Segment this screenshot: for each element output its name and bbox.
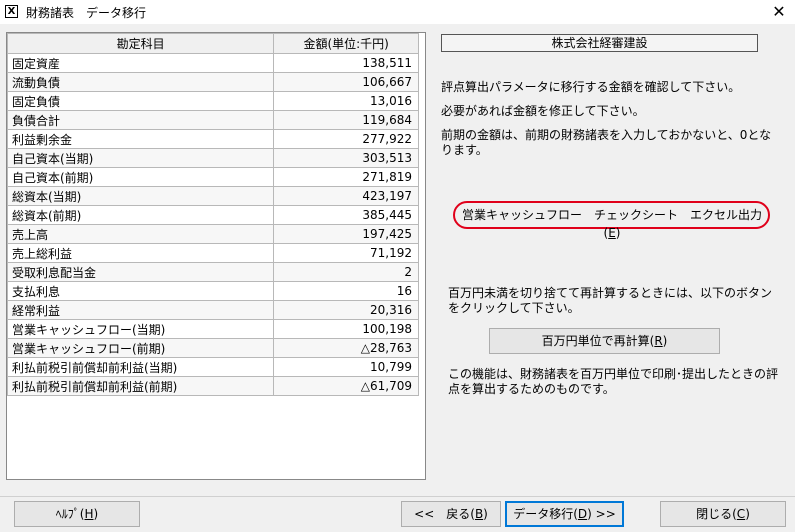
table-row[interactable]: 流動負債 106,667 xyxy=(6,72,419,92)
company-name-box: 株式会社経審建設 xyxy=(441,34,758,52)
recalc-note: この機能は、財務諸表を百万円単位で印刷･提出したときの評点を算出するためのもので… xyxy=(448,367,779,396)
table-row[interactable]: 利益剰余金 277,922 xyxy=(6,129,419,149)
recalc-button-key: R xyxy=(654,334,663,348)
account-name-cell: 利払前税引前償却前利益(前期) xyxy=(6,376,275,396)
amount-cell[interactable]: 303,513 xyxy=(273,148,419,168)
account-name-cell: 固定資産 xyxy=(6,53,275,73)
table-row[interactable]: 利払前税引前償却前利益(前期) △61,709 xyxy=(6,376,419,396)
amount-cell[interactable]: 423,197 xyxy=(273,186,419,206)
table-row[interactable]: 営業キャッシュフロー(前期) △28,763 xyxy=(6,338,419,358)
amount-cell[interactable]: 277,922 xyxy=(273,129,419,149)
help-button-key: H xyxy=(84,507,94,521)
amount-cell[interactable]: △61,709 xyxy=(273,376,419,396)
cashflow-excel-export-button[interactable]: 営業キャッシュフロー チェックシート エクセル出力(E) xyxy=(460,206,764,240)
account-name-cell: 営業キャッシュフロー(前期) xyxy=(6,338,275,358)
account-name-cell: 総資本(前期) xyxy=(6,205,275,225)
back-button-label: << 戻る( xyxy=(414,507,475,521)
recalc-button-label: 百万円単位で再計算( xyxy=(541,334,655,348)
close-window-icon[interactable]: ✕ xyxy=(767,1,791,23)
account-name-cell: 総資本(当期) xyxy=(6,186,275,206)
account-name-cell: 経常利益 xyxy=(6,300,275,320)
migrate-button-key: D xyxy=(577,507,588,521)
app-icon: X xyxy=(5,5,18,18)
back-button[interactable]: << 戻る(B) xyxy=(401,501,501,527)
title-bar: X 財務諸表 データ移行 ✕ xyxy=(0,0,795,24)
excel-button-suffix: ) xyxy=(615,226,621,240)
help-button-label: ﾍﾙﾌﾟ( xyxy=(55,507,85,521)
amount-cell[interactable]: 71,192 xyxy=(273,243,419,263)
column-header-amount: 金額(単位:千円) xyxy=(273,33,419,54)
amount-cell[interactable]: 16 xyxy=(273,281,419,301)
back-button-suffix: ) xyxy=(483,507,488,521)
account-name-cell: 固定負債 xyxy=(6,91,275,111)
table-row[interactable]: 経常利益 20,316 xyxy=(6,300,419,320)
table-row[interactable]: 営業キャッシュフロー(当期) 100,198 xyxy=(6,319,419,339)
table-row[interactable]: 支払利息 16 xyxy=(6,281,419,301)
table-row[interactable]: 自己資本(当期) 303,513 xyxy=(6,148,419,168)
close-button[interactable]: 閉じる(C) xyxy=(660,501,786,527)
recalc-button-suffix: ) xyxy=(662,334,668,348)
amount-cell[interactable]: △28,763 xyxy=(273,338,419,358)
instruction-previous-period: 前期の金額は、前期の財務諸表を入力しておかないと、0となります。 xyxy=(441,128,772,157)
recalc-instruction: 百万円未満を切り捨てて再計算するときには、以下のボタンをクリックして下さい。 xyxy=(448,286,773,315)
account-name-cell: 売上高 xyxy=(6,224,275,244)
account-name-cell: 営業キャッシュフロー(当期) xyxy=(6,319,275,339)
recalc-million-button[interactable]: 百万円単位で再計算(R) xyxy=(489,328,720,354)
amount-cell[interactable]: 2 xyxy=(273,262,419,282)
amount-cell[interactable]: 13,016 xyxy=(273,91,419,111)
account-name-cell: 自己資本(当期) xyxy=(6,148,275,168)
footer-divider xyxy=(0,496,795,497)
account-name-cell: 受取利息配当金 xyxy=(6,262,275,282)
table-row[interactable]: 固定資産 138,511 xyxy=(6,53,419,73)
close-button-suffix: ) xyxy=(745,507,750,521)
amount-cell[interactable]: 271,819 xyxy=(273,167,419,187)
migrate-button-suffix: ) >> xyxy=(587,507,616,521)
amount-cell[interactable]: 10,799 xyxy=(273,357,419,377)
account-name-cell: 利払前税引前償却前利益(当期) xyxy=(6,357,275,377)
account-name-cell: 支払利息 xyxy=(6,281,275,301)
instruction-confirm: 評点算出パラメータに移行する金額を確認して下さい。 xyxy=(441,80,741,94)
account-amount-grid: 勘定科目 金額(単位:千円) 固定資産 138,511 流動負債 106,667 固定負… xyxy=(6,32,426,480)
data-migrate-button[interactable]: データ移行(D) >> xyxy=(505,501,624,527)
close-button-key: C xyxy=(736,507,746,521)
amount-cell[interactable]: 106,667 xyxy=(273,72,419,92)
instruction-modify: 必要があれば金額を修正して下さい。 xyxy=(441,104,645,118)
account-table: 勘定科目 金額(単位:千円) 固定資産 138,511 流動負債 106,667 固定負… xyxy=(6,33,419,396)
amount-cell[interactable]: 385,445 xyxy=(273,205,419,225)
table-row[interactable]: 受取利息配当金 2 xyxy=(6,262,419,282)
table-row[interactable]: 総資本(前期) 385,445 xyxy=(6,205,419,225)
account-name-cell: 流動負債 xyxy=(6,72,275,92)
table-row[interactable]: 売上高 197,425 xyxy=(6,224,419,244)
window-title: 財務諸表 データ移行 xyxy=(26,6,147,20)
amount-cell[interactable]: 20,316 xyxy=(273,300,419,320)
table-row[interactable]: 負債合計 119,684 xyxy=(6,110,419,130)
column-header-account: 勘定科目 xyxy=(6,33,275,54)
migrate-button-label: データ移行( xyxy=(513,507,578,521)
excel-button-key: E xyxy=(608,226,616,240)
amount-cell[interactable]: 100,198 xyxy=(273,319,419,339)
table-row[interactable]: 売上総利益 71,192 xyxy=(6,243,419,263)
table-row[interactable]: 固定負債 13,016 xyxy=(6,91,419,111)
amount-cell[interactable]: 197,425 xyxy=(273,224,419,244)
close-button-label: 閉じる( xyxy=(696,507,737,521)
table-row[interactable]: 自己資本(前期) 271,819 xyxy=(6,167,419,187)
help-button-suffix: ) xyxy=(93,507,99,521)
table-row[interactable]: 利払前税引前償却前利益(当期) 10,799 xyxy=(6,357,419,377)
account-name-cell: 売上総利益 xyxy=(6,243,275,263)
back-button-key: B xyxy=(474,507,484,521)
account-name-cell: 負債合計 xyxy=(6,110,275,130)
amount-cell[interactable]: 119,684 xyxy=(273,110,419,130)
table-row[interactable]: 総資本(当期) 423,197 xyxy=(6,186,419,206)
account-name-cell: 利益剰余金 xyxy=(6,129,275,149)
table-header-row: 勘定科目 金額(単位:千円) xyxy=(6,33,419,54)
amount-cell[interactable]: 138,511 xyxy=(273,53,419,73)
account-name-cell: 自己資本(前期) xyxy=(6,167,275,187)
help-button[interactable]: ﾍﾙﾌﾟ(H) xyxy=(14,501,140,527)
